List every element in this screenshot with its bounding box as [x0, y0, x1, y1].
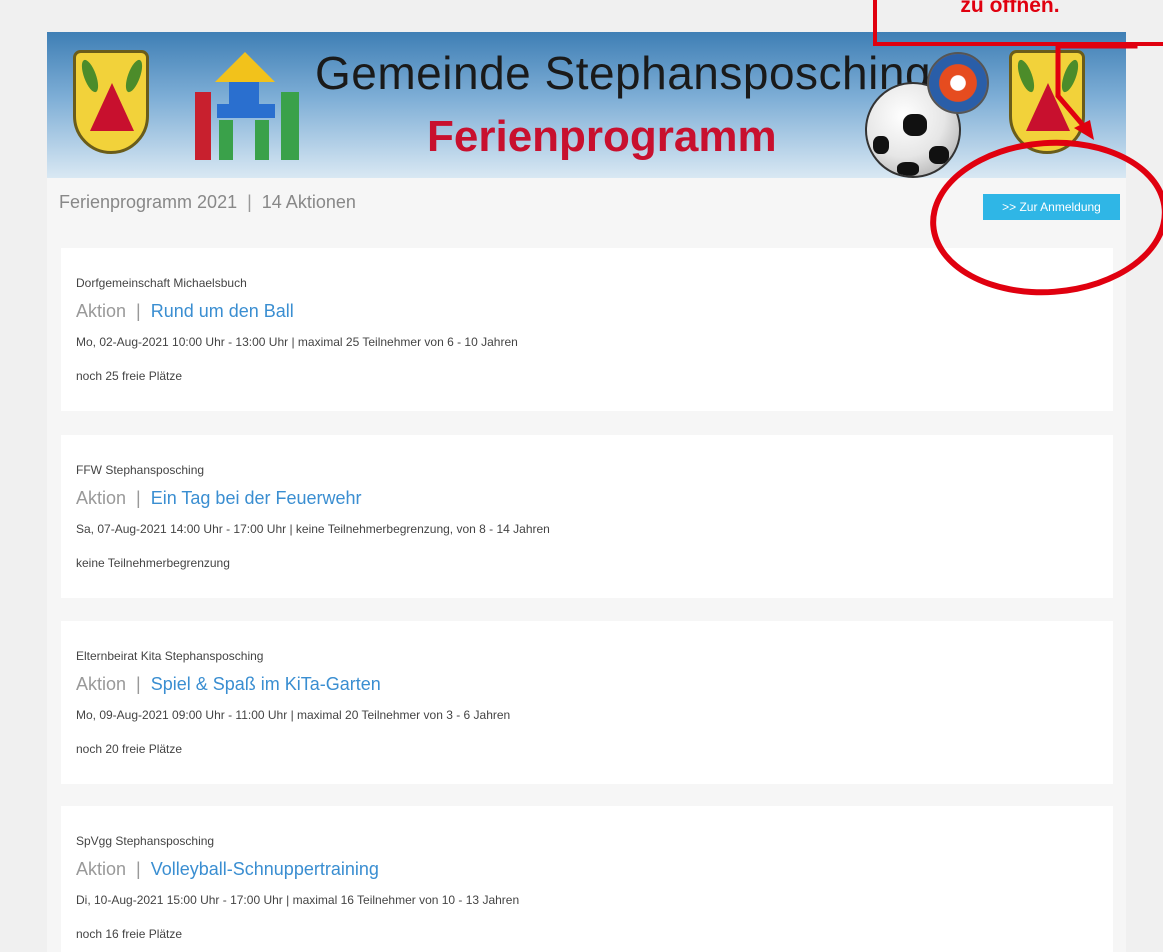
event-type: Aktion [76, 301, 127, 321]
event-organizer: FFW Stephansposching [76, 463, 205, 477]
event-separator: | [136, 301, 141, 321]
event-separator: | [136, 674, 141, 694]
event-title-line: Aktion | Rund um den Ball [76, 296, 1099, 326]
annotation-arrow-icon [1055, 43, 1138, 140]
event-title-line: Aktion | Spiel & Spaß im KiTa-Garten [76, 669, 1099, 699]
coat-of-arms-left-icon [73, 50, 149, 154]
building-blocks-icon [195, 52, 305, 162]
event-organizer: Elternbeirat Kita Stephansposching [76, 649, 264, 663]
event-organizer: Dorfgemeinschaft Michaelsbuch [76, 276, 247, 290]
event-title-line: Aktion | Volleyball-Schnuppertraining [76, 854, 1099, 884]
event-details: Mo, 02-Aug-2021 10:00 Uhr - 13:00 Uhr | … [76, 335, 518, 349]
event-card: Dorfgemeinschaft Michaelsbuch Aktion | Run… [61, 248, 1113, 411]
event-separator: | [136, 859, 141, 879]
banner-subtitle: Ferienprogramm [427, 112, 777, 161]
event-card: FFW Stephansposching Aktion | Ein Tag bei … [61, 435, 1113, 598]
header-banner: Gemeinde Stephansposching Ferienprogramm [47, 32, 1126, 178]
event-separator: | [136, 488, 141, 508]
event-availability: noch 16 freie Plätze [76, 927, 183, 941]
event-availability: keine Teilnehmerbegrenzung [76, 556, 230, 570]
event-availability: noch 20 freie Plätze [76, 742, 183, 756]
program-separator: | [247, 192, 252, 212]
event-title-line: Aktion | Ein Tag bei der Feuerwehr [76, 483, 1099, 513]
event-availability: noch 25 freie Plätze [76, 369, 183, 383]
annotation-callout-text: zu öffnen. [960, 0, 1060, 17]
banner-title: Gemeinde Stephansposching [315, 47, 932, 99]
event-type: Aktion [76, 674, 127, 694]
event-type: Aktion [76, 488, 127, 508]
event-details: Mo, 09-Aug-2021 09:00 Uhr - 11:00 Uhr | … [76, 708, 511, 722]
event-title-link[interactable]: Ein Tag bei der Feuerwehr [151, 488, 362, 508]
event-count: 14 Aktionen [261, 192, 356, 212]
program-year: Ferienprogramm 2021 [59, 192, 238, 212]
event-title-link[interactable]: Spiel & Spaß im KiTa-Garten [151, 674, 381, 694]
event-organizer: SpVgg Stephansposching [76, 834, 215, 848]
program-title: Ferienprogramm 2021 | 14 Aktionen [59, 192, 356, 213]
event-type: Aktion [76, 859, 127, 879]
event-card: SpVgg Stephansposching Aktion | Volleyball… [61, 806, 1113, 952]
event-title-link[interactable]: Volleyball-Schnuppertraining [151, 859, 379, 879]
toy-ball-icon [927, 52, 989, 114]
event-card: Elternbeirat Kita Stephansposching Aktio… [61, 621, 1113, 784]
event-details: Di, 10-Aug-2021 15:00 Uhr - 17:00 Uhr | … [76, 893, 520, 907]
event-title-link[interactable]: Rund um den Ball [151, 301, 294, 321]
event-details: Sa, 07-Aug-2021 14:00 Uhr - 17:00 Uhr | … [76, 522, 550, 536]
